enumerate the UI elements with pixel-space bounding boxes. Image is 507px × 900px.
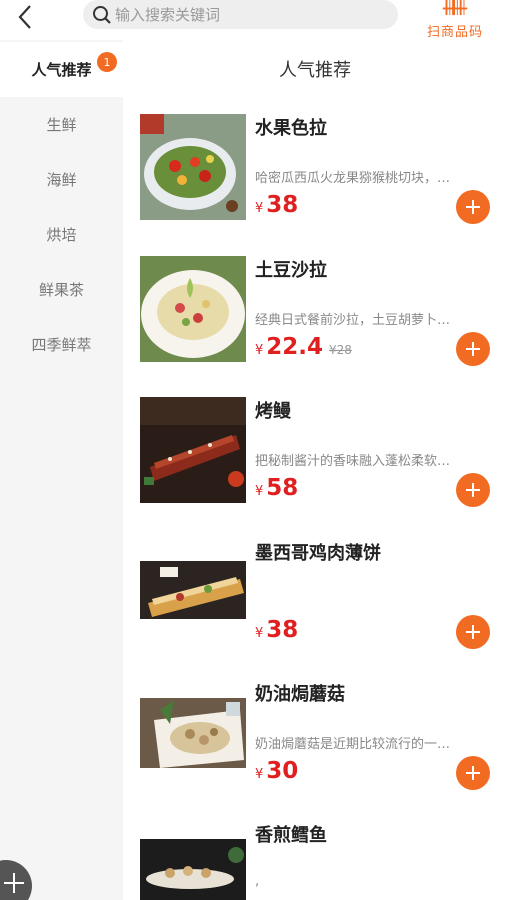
price-value: 58 bbox=[266, 475, 299, 501]
back-button[interactable] bbox=[10, 2, 40, 32]
price-value: 38 bbox=[266, 192, 299, 218]
product-description: 奶油焗蘑菇是近期比较流行的一… bbox=[255, 737, 451, 752]
currency-symbol: ¥ bbox=[255, 201, 264, 216]
sidebar-item-seasonal[interactable]: 四季鲜萃 bbox=[0, 317, 123, 372]
currency-symbol: ¥ bbox=[255, 626, 264, 641]
product-image bbox=[140, 821, 246, 900]
product-image bbox=[140, 114, 246, 220]
sidebar-item-label: 鲜果茶 bbox=[38, 281, 84, 299]
product-card[interactable]: 烤鳗 把秘制酱汁的香味融入蓬松柔软… ¥ 58 bbox=[140, 397, 500, 507]
product-description: 哈密瓜西瓜火龙果猕猴桃切块，… bbox=[255, 171, 451, 186]
product-name: 土豆沙拉 bbox=[255, 260, 327, 281]
price-value: 22.4 bbox=[266, 334, 324, 360]
sidebar-item-label: 生鲜 bbox=[46, 116, 77, 134]
sidebar-item-label: 烘培 bbox=[46, 226, 77, 244]
product-price: ¥ 58 bbox=[255, 475, 298, 501]
plus-icon bbox=[466, 766, 480, 780]
price-value: 30 bbox=[266, 758, 299, 784]
product-name: 墨西哥鸡肉薄饼 bbox=[255, 543, 381, 564]
search-bar[interactable] bbox=[83, 0, 398, 29]
product-card[interactable]: 土豆沙拉 经典日式餐前沙拉，土豆胡萝卜… ¥ 22.4 ¥28 bbox=[140, 256, 500, 366]
product-image bbox=[140, 680, 246, 786]
chevron-left-icon bbox=[18, 5, 31, 29]
product-image bbox=[140, 256, 246, 362]
product-name: 香煎鳕鱼 bbox=[255, 825, 327, 846]
product-card[interactable]: 香煎鳕鱼 , bbox=[140, 821, 500, 900]
product-card[interactable]: 水果色拉 哈密瓜西瓜火龙果猕猴桃切块，… ¥ 38 bbox=[140, 114, 500, 224]
sidebar-item-fruit-tea[interactable]: 鲜果茶 bbox=[0, 262, 123, 317]
search-input[interactable] bbox=[115, 5, 385, 24]
product-description: , bbox=[255, 874, 260, 889]
product-card[interactable]: 墨西哥鸡肉薄饼 ¥ 38 bbox=[140, 539, 500, 649]
plus-icon bbox=[4, 873, 24, 893]
sidebar-item-bakery[interactable]: 烘培 bbox=[0, 207, 123, 262]
sidebar-item-label: 人气推荐 bbox=[31, 61, 92, 79]
scan-product-code-button[interactable]: 扫商品码 bbox=[420, 0, 490, 40]
barcode-icon bbox=[442, 0, 468, 16]
product-image bbox=[140, 397, 246, 503]
currency-symbol: ¥ bbox=[255, 484, 264, 499]
scan-label: 扫商品码 bbox=[426, 25, 483, 40]
currency-symbol: ¥ bbox=[255, 767, 264, 782]
add-to-cart-button[interactable] bbox=[456, 190, 490, 224]
original-price: ¥28 bbox=[329, 343, 352, 357]
sidebar-item-label: 四季鲜萃 bbox=[31, 336, 92, 354]
product-description: 把秘制酱汁的香味融入蓬松柔软… bbox=[255, 454, 451, 469]
section-title: 人气推荐 bbox=[279, 60, 351, 81]
plus-icon bbox=[466, 483, 480, 497]
sidebar-item-popular[interactable]: 人气推荐 1 bbox=[0, 42, 123, 97]
product-name: 烤鳗 bbox=[255, 401, 291, 422]
product-image bbox=[140, 539, 246, 645]
product-price: ¥ 30 bbox=[255, 758, 298, 784]
plus-icon bbox=[466, 200, 480, 214]
search-icon bbox=[91, 4, 113, 26]
currency-symbol: ¥ bbox=[255, 343, 264, 358]
plus-icon bbox=[466, 342, 480, 356]
count-badge: 1 bbox=[97, 52, 117, 72]
product-name: 奶油焗蘑菇 bbox=[255, 684, 345, 705]
product-name: 水果色拉 bbox=[255, 118, 327, 139]
add-to-cart-button[interactable] bbox=[456, 756, 490, 790]
product-description: 经典日式餐前沙拉，土豆胡萝卜… bbox=[255, 313, 451, 328]
plus-icon bbox=[466, 625, 480, 639]
category-sidebar: 人气推荐 1 生鲜 海鲜 烘培 鲜果茶 四季鲜萃 bbox=[0, 40, 123, 900]
price-value: 38 bbox=[266, 617, 299, 643]
add-to-cart-button[interactable] bbox=[456, 615, 490, 649]
product-price: ¥ 38 bbox=[255, 617, 298, 643]
product-card[interactable]: 奶油焗蘑菇 奶油焗蘑菇是近期比较流行的一… ¥ 30 bbox=[140, 680, 500, 790]
top-bar: 扫商品码 bbox=[0, 0, 507, 40]
product-price: ¥ 38 bbox=[255, 192, 298, 218]
add-to-cart-button[interactable] bbox=[456, 332, 490, 366]
add-to-cart-button[interactable] bbox=[456, 473, 490, 507]
sidebar-item-fresh[interactable]: 生鲜 bbox=[0, 97, 123, 152]
product-price: ¥ 22.4 ¥28 bbox=[255, 334, 352, 360]
sidebar-item-seafood[interactable]: 海鲜 bbox=[0, 152, 123, 207]
sidebar-item-label: 海鲜 bbox=[46, 171, 77, 189]
